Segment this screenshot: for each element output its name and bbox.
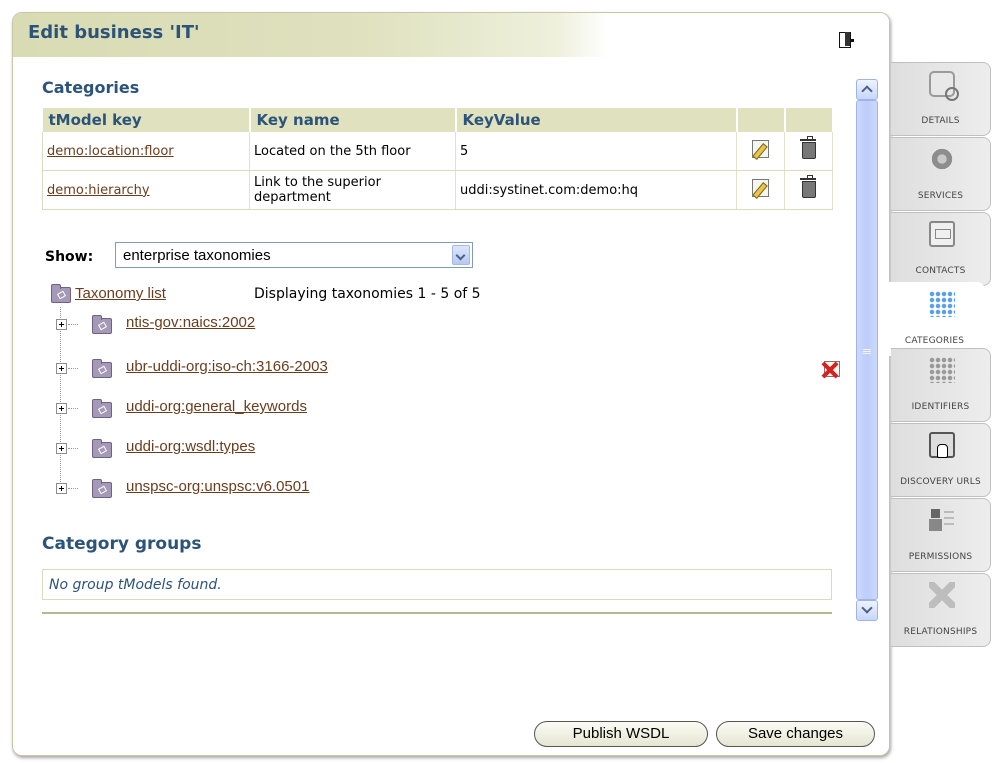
folder-icon [92, 439, 112, 458]
dropdown-arrow-icon[interactable] [452, 245, 470, 265]
tab-label: DISCOVERY URLS [900, 477, 981, 487]
exit-door-icon[interactable] [839, 32, 854, 48]
tab-discovery-urls[interactable]: DISCOVERY URLS [891, 423, 991, 497]
tab-label: CATEGORIES [904, 336, 965, 346]
column-header-edit [736, 108, 786, 132]
expand-plus-icon[interactable] [56, 483, 67, 494]
tree-line [60, 307, 61, 490]
tmodel-key-link[interactable]: demo:location:floor [47, 144, 174, 159]
delete-trash-icon[interactable] [799, 175, 816, 198]
folder-icon [92, 479, 112, 498]
expand-plus-icon[interactable] [56, 363, 67, 374]
title-bar: Edit business 'IT' [13, 13, 889, 57]
expand-plus-icon[interactable] [56, 443, 67, 454]
tree-connector [68, 488, 78, 489]
relationships-icon [929, 582, 955, 608]
tab-label: RELATIONSHIPS [903, 627, 978, 637]
tmodel-key-link[interactable]: demo:hierarchy [47, 183, 150, 198]
tree-connector [68, 408, 78, 409]
delete-trash-icon[interactable] [799, 136, 816, 159]
tab-relationships[interactable]: RELATIONSHIPS [891, 573, 991, 647]
identifiers-icon [929, 357, 955, 383]
taxonomy-count-text: Displaying taxonomies 1 - 5 of 5 [254, 286, 481, 302]
taxonomy-item-link[interactable]: unspsc-org:unspsc:v6.0501 [126, 478, 309, 495]
permissions-icon [929, 507, 955, 533]
services-icon [929, 146, 955, 172]
tab-details[interactable]: DETAILS [891, 62, 991, 136]
taxonomy-item-link[interactable]: ubr-uddi-org:iso-ch:3166-2003 [126, 358, 328, 375]
edit-business-panel: Edit business 'IT' Categories tModel key… [12, 12, 890, 756]
folder-icon [92, 359, 112, 378]
categories-heading: Categories [42, 78, 140, 97]
edit-icon[interactable] [752, 140, 769, 158]
table-row: demo:location:floor Located on the 5th f… [42, 132, 833, 171]
column-header-key-value: KeyValue [455, 108, 738, 132]
tree-connector [68, 448, 78, 449]
folder-icon [92, 399, 112, 418]
key-value-cell: uddi:systinet.com:demo:hq [455, 170, 737, 210]
folder-icon [51, 284, 71, 303]
save-changes-button[interactable]: Save changes [716, 721, 875, 747]
expand-plus-icon[interactable] [56, 403, 67, 414]
vertical-scrollbar[interactable] [856, 79, 878, 621]
table-row: demo:hierarchy Link to the superior depa… [42, 170, 833, 210]
taxonomy-item-link[interactable]: uddi-org:wsdl:types [126, 438, 255, 455]
cannot-edit-icon [820, 359, 842, 379]
tab-label: IDENTIFIERS [911, 402, 970, 412]
category-groups-heading: Category groups [42, 534, 202, 554]
tab-label: SERVICES [917, 191, 964, 201]
scrollbar-thumb[interactable] [856, 100, 878, 600]
show-select-value: enterprise taxonomies [123, 247, 271, 264]
categories-table: tModel key Key name KeyValue demo:locati… [42, 108, 834, 210]
show-label: Show: [45, 249, 94, 265]
publish-wsdl-button[interactable]: Publish WSDL [534, 721, 708, 747]
expand-plus-icon[interactable] [56, 319, 67, 330]
tree-connector [68, 368, 78, 369]
divider [42, 612, 832, 614]
column-header-delete [784, 108, 834, 132]
show-select[interactable]: enterprise taxonomies [115, 242, 473, 268]
taxonomy-list-link[interactable]: Taxonomy list [75, 285, 166, 302]
folder-icon [92, 315, 112, 334]
scroll-up-arrow-icon[interactable] [856, 79, 878, 100]
taxonomy-item-link[interactable]: ntis-gov:naics:2002 [126, 314, 255, 331]
tab-label: PERMISSIONS [908, 552, 973, 562]
contacts-icon [929, 221, 955, 247]
tab-label: CONTACTS [915, 266, 966, 276]
category-groups-box: No group tModels found. [42, 569, 832, 600]
tab-contacts[interactable]: CONTACTS [891, 212, 991, 286]
key-name-cell: Located on the 5th floor [249, 132, 456, 171]
key-name-cell: Link to the superior department [249, 170, 456, 210]
column-header-tmodel-key: tModel key [42, 108, 251, 132]
details-icon [929, 71, 959, 101]
tab-services[interactable]: SERVICES [891, 137, 991, 211]
edit-icon[interactable] [752, 179, 769, 197]
tab-label: DETAILS [921, 116, 960, 126]
tab-categories[interactable]: CATEGORIES [885, 282, 985, 356]
categories-icon [929, 291, 955, 317]
tab-identifiers[interactable]: IDENTIFIERS [891, 348, 991, 422]
table-header-row: tModel key Key name KeyValue [42, 108, 834, 132]
discovery-urls-icon [929, 432, 955, 458]
scroll-down-arrow-icon[interactable] [856, 600, 878, 621]
no-groups-message: No group tModels found. [49, 577, 222, 593]
tab-permissions[interactable]: PERMISSIONS [891, 498, 991, 572]
column-header-key-name: Key name [249, 108, 457, 132]
key-value-cell: 5 [455, 132, 737, 171]
taxonomy-item-link[interactable]: uddi-org:general_keywords [126, 398, 307, 415]
tree-connector [68, 324, 78, 325]
window-title: Edit business 'IT' [28, 22, 200, 43]
